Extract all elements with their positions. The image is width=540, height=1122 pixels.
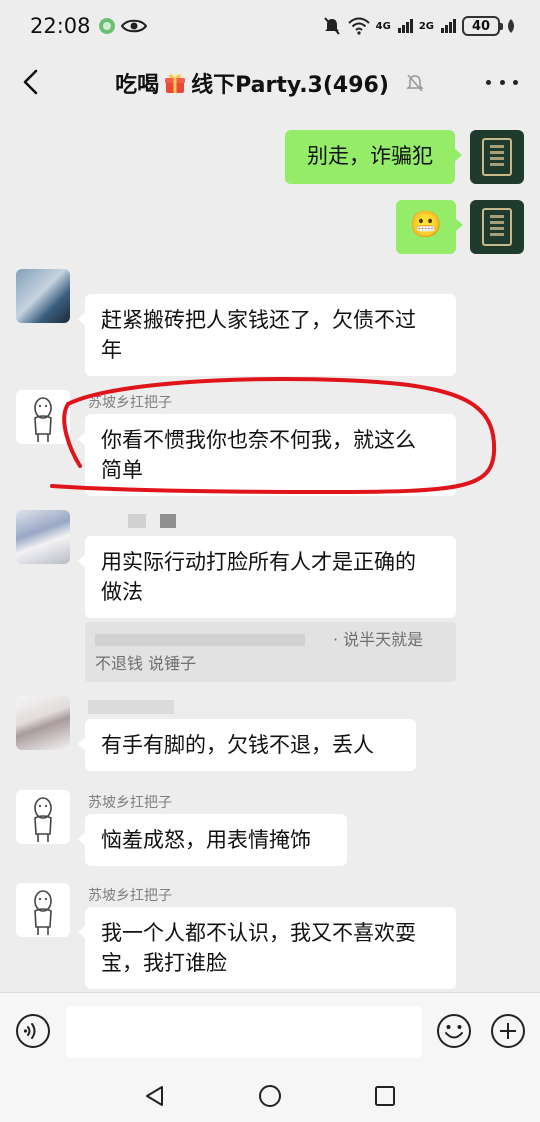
sender-name-redacted xyxy=(160,514,176,528)
chat-header: 吃喝 线下Party.3(496) xyxy=(0,52,540,114)
system-home-icon[interactable] xyxy=(258,1084,282,1108)
sender-name-redacted xyxy=(88,700,174,714)
message-bubble[interactable]: 恼羞成怒，用表情掩饰 xyxy=(78,814,347,866)
network-label-4g: 4G xyxy=(375,20,391,32)
my-avatar[interactable] xyxy=(470,130,524,184)
status-time: 22:08 xyxy=(30,14,91,38)
system-back-icon[interactable] xyxy=(143,1084,167,1108)
message-text-line: 宝，我打谁脸 xyxy=(101,951,227,975)
dot xyxy=(486,79,491,85)
emoji-icon[interactable] xyxy=(436,1013,472,1049)
sketch-figure-icon xyxy=(34,797,52,842)
my-avatar[interactable] xyxy=(470,200,524,254)
message-text-line: 恼羞成怒，用表情掩饰 xyxy=(101,828,311,852)
message-text-line: 你看不惯我你也奈不何我，就这么 xyxy=(101,428,416,452)
avatar[interactable] xyxy=(16,510,70,564)
sender-name: 苏坡乡扛把子 xyxy=(88,395,172,411)
quote-text-line: · 说半天就是 xyxy=(333,630,424,649)
leaf-icon xyxy=(508,19,514,33)
message-bubble[interactable]: 😬 xyxy=(396,200,463,254)
message-text: 别走，诈骗犯 xyxy=(307,144,433,168)
voice-icon[interactable] xyxy=(15,1013,51,1049)
message-input[interactable] xyxy=(66,1006,422,1058)
battery-indicator: 40 xyxy=(462,16,503,36)
message-text-line: 简单 xyxy=(101,458,143,482)
quote-text-line: 不退钱 说锤子 xyxy=(95,654,197,673)
wifi-icon xyxy=(347,17,370,35)
avatar[interactable] xyxy=(16,269,70,323)
avatar[interactable] xyxy=(16,390,70,444)
back-button[interactable] xyxy=(16,66,48,98)
bell-off-icon xyxy=(323,17,340,35)
dot xyxy=(513,79,518,85)
quote-redacted xyxy=(95,634,305,646)
message-text-line: 有手有脚的，欠钱不退，丢人 xyxy=(101,733,374,757)
chat-title-prefix: 吃喝 xyxy=(115,73,160,98)
message-bubble[interactable]: 别走，诈骗犯 xyxy=(285,130,462,184)
gift-icon xyxy=(165,74,186,93)
message-bubble[interactable]: 赶紧搬砖把人家钱还了，欠债不过 年 xyxy=(78,294,456,376)
message-text-line: 做法 xyxy=(101,580,143,604)
message-bubble[interactable]: 你看不惯我你也奈不何我，就这么 简单 xyxy=(78,414,456,496)
message-text-line: 用实际行动打脸所有人才是正确的 xyxy=(101,550,416,574)
quoted-message[interactable]: · 说半天就是 不退钱 说锤子 xyxy=(85,622,456,682)
message-bubble[interactable]: 有手有脚的，欠钱不退，丢人 xyxy=(78,719,416,771)
network-label-2g: 2G xyxy=(418,20,434,32)
app-notification-icon xyxy=(98,18,115,34)
message-bubble[interactable]: 我一个人都不认识，我又不喜欢耍 宝，我打谁脸 xyxy=(78,907,456,989)
avatar[interactable] xyxy=(16,883,70,937)
seal-logo xyxy=(482,208,512,246)
seal-logo xyxy=(482,138,512,176)
chat-messages[interactable]: 别走，诈骗犯 😬 赶紧搬砖把人家钱还了，欠债不过 年 苏坡乡扛把子 你看不惯我你… xyxy=(0,114,540,992)
sender-name: 苏坡乡扛把子 xyxy=(88,888,172,904)
plus-icon[interactable] xyxy=(490,1013,526,1049)
eye-icon xyxy=(120,19,147,33)
message-text-line: 年 xyxy=(101,338,122,362)
message-bubble[interactable]: 用实际行动打脸所有人才是正确的 做法 xyxy=(78,536,456,618)
input-bar xyxy=(0,992,540,1070)
sketch-figure-icon xyxy=(34,397,52,442)
chat-title-suffix: 线下Party.3(496) xyxy=(191,73,389,98)
battery-level: 40 xyxy=(471,18,491,34)
avatar[interactable] xyxy=(16,790,70,844)
status-indicators: 4G 2G 40 xyxy=(322,16,516,36)
emoji-grimace: 😬 xyxy=(409,210,443,240)
sender-name: 苏坡乡扛把子 xyxy=(88,795,172,811)
signal-icon-2 xyxy=(441,19,456,33)
status-bar: 22:08 4G 2G 40 xyxy=(0,0,540,52)
message-text-line: 赶紧搬砖把人家钱还了，欠债不过 xyxy=(101,308,416,332)
avatar[interactable] xyxy=(16,696,70,750)
signal-icon xyxy=(397,19,413,33)
sender-name-redacted xyxy=(128,514,146,528)
more-dots-icon[interactable] xyxy=(486,68,518,96)
dot xyxy=(499,79,505,85)
sketch-figure-icon xyxy=(34,890,52,935)
message-text-line: 我一个人都不认识，我又不喜欢耍 xyxy=(101,921,416,945)
bell-off-icon xyxy=(406,74,424,92)
system-recents-icon[interactable] xyxy=(373,1084,397,1108)
chat-title: 吃喝 线下Party.3(496) xyxy=(115,67,425,99)
system-navigation xyxy=(0,1070,540,1122)
